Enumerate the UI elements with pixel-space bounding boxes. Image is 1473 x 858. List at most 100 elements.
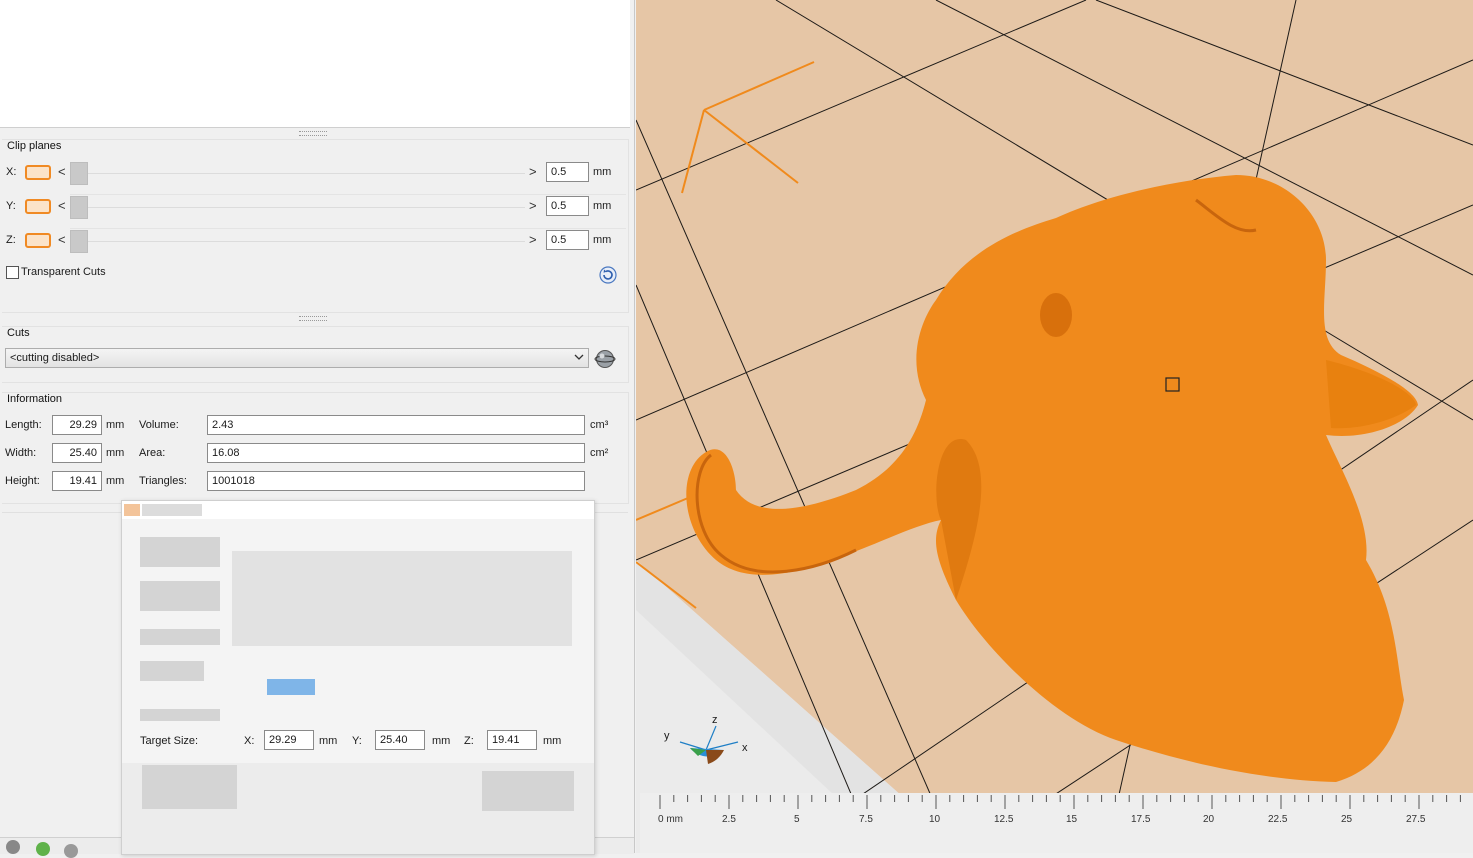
clip-z-slider-thumb[interactable] [70,230,88,253]
clip-x-next-button[interactable]: > [529,164,537,179]
dialog-footer [122,763,594,854]
clip-z-slider-track[interactable] [70,241,525,242]
clip-y-input[interactable]: 0.5 [546,196,589,216]
clip-y-unit: mm [593,200,612,212]
gear-icon[interactable] [6,840,20,854]
pixelated-title [142,504,202,516]
ruler-label: 22.5 [1268,814,1288,825]
ruler-label: 12.5 [994,814,1014,825]
3d-viewport[interactable]: z x y [636,0,1473,853]
splitter-grip[interactable] [299,316,327,321]
scale-dialog: Target Size: X: 29.29 mm Y: 25.40 mm Z: … [121,500,595,855]
height-unit: mm [106,475,125,487]
ruler-ticks [659,795,1461,809]
cuts-dropdown-value: <cutting disabled> [10,352,100,364]
cuts-title: Cuts [7,327,30,339]
green-ball-icon[interactable] [36,842,50,856]
pixelated-content [142,765,237,809]
volume-unit: cm³ [590,419,609,431]
pixelated-content [140,581,220,611]
width-unit: mm [106,447,125,459]
target-z-label: Z: [464,735,474,747]
ruler-label: 17.5 [1131,814,1151,825]
clip-x-toggle[interactable] [25,165,51,180]
clip-y-label: Y: [6,200,16,212]
length-unit: mm [106,419,125,431]
target-x-unit: mm [319,735,338,747]
area-value: 16.08 [207,443,585,463]
gizmo-y-label: y [664,730,670,742]
grey-ball-icon[interactable] [64,844,78,858]
clip-planes-title: Clip planes [7,140,62,152]
volume-label: Volume: [139,419,179,431]
clip-z-unit: mm [593,234,612,246]
row-divider [70,194,626,195]
clip-x-slider-thumb[interactable] [70,162,88,185]
gizmo-z-label: z [712,714,718,726]
pixelated-content [140,709,220,721]
clip-z-label: Z: [6,234,16,246]
height-label: Height: [5,475,40,487]
clip-x-prev-button[interactable]: < [58,164,66,179]
clip-y-prev-button[interactable]: < [58,198,66,213]
target-x-label: X: [244,735,255,747]
target-y-input[interactable]: 25.40 [375,730,425,750]
clip-z-next-button[interactable]: > [529,232,537,247]
ruler-label: 27.5 [1406,814,1426,825]
width-label: Width: [5,447,37,459]
object-list-area [0,0,630,128]
pixelated-content [232,551,572,646]
ruler-label: 15 [1066,814,1078,825]
row-divider [70,228,626,229]
ruler-label: 20 [1203,814,1215,825]
area-label: Area: [139,447,166,459]
ruler-label: 10 [929,814,941,825]
clip-y-next-button[interactable]: > [529,198,537,213]
dialog-titlebar[interactable] [122,501,594,519]
axis-gizmo-icon: z x y [658,712,758,772]
clip-y-toggle[interactable] [25,199,51,214]
reset-icon[interactable] [599,266,617,284]
clip-x-input[interactable]: 0.5 [546,162,589,182]
pixelated-content [140,629,220,645]
target-y-unit: mm [432,735,451,747]
width-value: 25.40 [52,443,102,463]
pixelated-button[interactable] [482,771,574,811]
pixelated-content [140,661,204,681]
target-x-input[interactable]: 29.29 [264,730,314,750]
transparent-cuts-checkbox[interactable] [6,266,19,279]
length-value: 29.29 [52,415,102,435]
information-title: Information [7,393,63,405]
splitter-grip[interactable] [299,131,327,136]
transparent-cuts-label: Transparent Cuts [21,266,106,278]
clip-z-toggle[interactable] [25,233,51,248]
clip-y-slider-track[interactable] [70,207,525,208]
pixelated-highlight [267,679,315,695]
measurement-ruler: 0 mm 2.5 5 7.5 10 12.5 15 17.5 20 22.5 2… [640,793,1473,853]
ruler-label: 25 [1341,814,1353,825]
app-icon [124,504,140,516]
length-label: Length: [5,419,42,431]
clip-z-input[interactable]: 0.5 [546,230,589,250]
pixelated-content [140,537,220,567]
height-value: 19.41 [52,471,102,491]
cuts-dropdown[interactable]: <cutting disabled> [5,348,589,368]
clip-x-unit: mm [593,166,612,178]
triangles-value: 1001018 [207,471,585,491]
viewport-scene [636,0,1473,853]
gizmo-x-label: x [742,742,748,754]
target-y-label: Y: [352,735,362,747]
clip-x-slider-track[interactable] [70,173,525,174]
clip-z-prev-button[interactable]: < [58,232,66,247]
area-unit: cm² [590,447,609,459]
ruler-label: 7.5 [859,814,873,825]
target-size-label: Target Size: [140,735,199,747]
target-z-input[interactable]: 19.41 [487,730,537,750]
triangles-label: Triangles: [139,475,187,487]
clip-y-slider-thumb[interactable] [70,196,88,219]
cut-tool-icon[interactable] [594,348,616,370]
ruler-label: 2.5 [722,814,736,825]
target-z-unit: mm [543,735,562,747]
volume-value: 2.43 [207,415,585,435]
dropdown-arrow-icon [574,352,584,365]
